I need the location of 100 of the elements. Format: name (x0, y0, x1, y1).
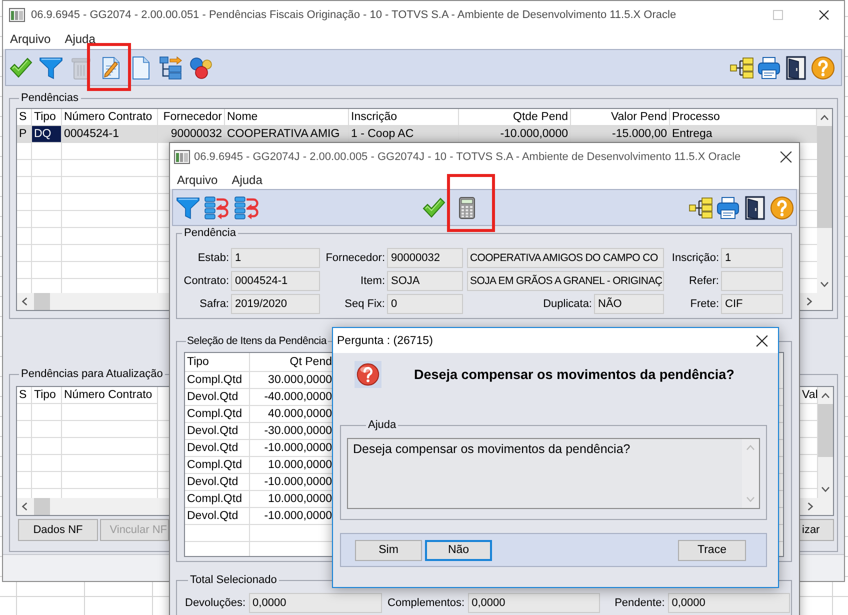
chevron-up-icon[interactable] (820, 114, 829, 121)
group-title: Pendências para Atualização (20, 367, 164, 381)
table-cell: Compl.Qtd (185, 372, 250, 389)
colored-circles-icon[interactable] (189, 56, 213, 80)
chevron-down-icon[interactable] (820, 281, 829, 288)
field-label: Devoluções: (185, 596, 246, 611)
group-title: Pendência (183, 226, 237, 240)
hierarchy-icon[interactable] (689, 196, 713, 220)
input-field[interactable] (721, 271, 783, 291)
column-header[interactable]: Número Contrato (62, 387, 158, 404)
database-arrows-icon[interactable] (234, 196, 260, 220)
input-field[interactable]: SOJA (387, 271, 463, 291)
chevron-right-icon[interactable] (806, 297, 813, 306)
dialog-button[interactable]: Não (425, 540, 492, 560)
help-icon[interactable] (811, 56, 835, 80)
window-icon (9, 8, 25, 22)
question-icon (354, 360, 382, 388)
input-field[interactable]: 90000032 (387, 248, 463, 268)
input-field[interactable]: 0 (387, 294, 463, 314)
menu-item[interactable]: Arquivo (10, 32, 51, 46)
filter-icon[interactable] (176, 196, 200, 220)
checkmark-icon[interactable] (9, 56, 33, 80)
table-cell: DQ (32, 126, 62, 143)
chevron-up-icon[interactable] (821, 392, 830, 399)
close-icon[interactable] (819, 10, 829, 20)
field-label: Inscrição: (670, 251, 720, 266)
group-title: Seleção de Itens da Pendência (186, 334, 328, 348)
input-field[interactable]: 0004524-1 (231, 271, 320, 291)
close-icon[interactable] (756, 334, 768, 346)
menu-item[interactable]: Arquivo (177, 173, 218, 187)
input-field[interactable]: SOJA EM GRÃOS A GRANEL - ORIGINAÇ (467, 271, 664, 291)
scrollbar-thumb[interactable] (34, 498, 50, 515)
field-label: Safra: (198, 297, 230, 312)
printer-icon[interactable] (716, 196, 740, 220)
input-field[interactable]: 1 (231, 248, 320, 268)
table-cell: Devol.Qtd (185, 389, 250, 406)
menu-item[interactable]: Ajuda (232, 173, 262, 187)
input-field[interactable]: 0,0000 (668, 593, 790, 613)
help-text-area[interactable]: Deseja compensar os movimentos da pendência? (347, 438, 760, 509)
table-cell: Compl.Qtd (185, 491, 250, 508)
field-label: Item: (360, 274, 386, 289)
field-label: Frete: (689, 297, 720, 312)
input-field[interactable]: NÃO (594, 294, 664, 314)
field-label: Estab: (196, 251, 230, 266)
window-title: 06.9.6945 - GG2074 - 2.00.00.051 - Pendências Fiscais Originação - 10 - TOTVS S.A - Ambiente de Desenvolvimento 11.5.X Oracle (31, 9, 676, 21)
table-cell: Compl.Qtd (185, 457, 250, 474)
dialog-message: Deseja compensar os movimentos da pendência? (414, 366, 734, 382)
scrollbar-thumb[interactable] (818, 404, 833, 457)
table-cell: Devol.Qtd (185, 508, 250, 525)
table-row[interactable]: P DQ 0004524-1 90000032 COOPERATIVA AMIG 1 - Coop AC -10.000,0000 -15.000,00 Entrega (17, 126, 817, 143)
printer-icon[interactable] (757, 56, 781, 80)
input-field[interactable]: 1 (721, 248, 783, 268)
input-field[interactable]: 2019/2020 (231, 294, 320, 314)
group-title: Total Selecionado (189, 573, 278, 587)
input-field[interactable]: COOPERATIVA AMIGOS DO CAMPO CO (467, 248, 664, 268)
menu-item[interactable]: Ajuda (64, 32, 96, 46)
hierarchy-icon[interactable] (730, 56, 754, 80)
door-icon[interactable] (745, 196, 765, 220)
chevron-right-icon[interactable] (807, 502, 814, 511)
field-label: Contrato: (182, 274, 230, 289)
chevron-left-icon[interactable] (21, 297, 28, 306)
chevron-left-icon[interactable] (21, 502, 28, 511)
hierarchy-arrow-icon[interactable] (159, 56, 183, 80)
document-icon[interactable] (132, 56, 150, 80)
table-cell: 0004524-1 (62, 126, 158, 143)
scrollbar-thumb[interactable] (34, 293, 50, 310)
input-field[interactable]: CIF (721, 294, 783, 314)
group-title: Ajuda (367, 418, 398, 432)
table-cell: Devol.Qtd (185, 423, 250, 440)
action-button[interactable]: izar (798, 519, 834, 541)
database-arrows-icon[interactable] (204, 196, 230, 220)
field-label: Seq Fix: (344, 297, 386, 312)
filter-icon[interactable] (39, 56, 63, 80)
dialog-button[interactable]: Sim (355, 540, 422, 560)
calculator-icon[interactable] (459, 196, 475, 218)
field-label: Refer: (688, 274, 720, 289)
window-title: 06.9.6945 - GG2074J - 2.00.00.005 - GG2074J - 10 - TOTVS S.A - Ambiente de Desenvolvimento 11.5.X Oracle (194, 151, 741, 163)
input-field[interactable]: 0,0000 (248, 593, 382, 613)
help-icon[interactable] (770, 196, 794, 220)
chevron-down-icon[interactable] (821, 486, 830, 493)
field-label: Complementos: (388, 596, 465, 611)
close-icon[interactable] (780, 151, 792, 163)
action-button[interactable]: Dados NF (18, 519, 98, 541)
table-cell: Devol.Qtd (185, 440, 250, 457)
window-icon (174, 150, 190, 164)
column-header[interactable]: Tipo (32, 387, 62, 404)
column-header[interactable]: S (17, 387, 32, 404)
group-title: Pendências (20, 91, 80, 105)
input-field[interactable]: 0,0000 (468, 593, 600, 613)
table-cell: Compl.Qtd (185, 406, 250, 423)
field-label: Fornecedor: (324, 251, 386, 266)
field-label: Pendente: (614, 596, 665, 611)
table-cell: Devol.Qtd (185, 474, 250, 491)
window-title: Pergunta : (26715) (337, 334, 433, 346)
scrollbar-thumb[interactable] (817, 126, 832, 228)
door-icon[interactable] (786, 56, 806, 80)
column-header[interactable]: Tipo (185, 353, 250, 372)
checkmark-icon[interactable] (422, 196, 446, 220)
field-label: Duplicata: (542, 297, 593, 312)
dialog-button[interactable]: Trace (678, 540, 746, 560)
